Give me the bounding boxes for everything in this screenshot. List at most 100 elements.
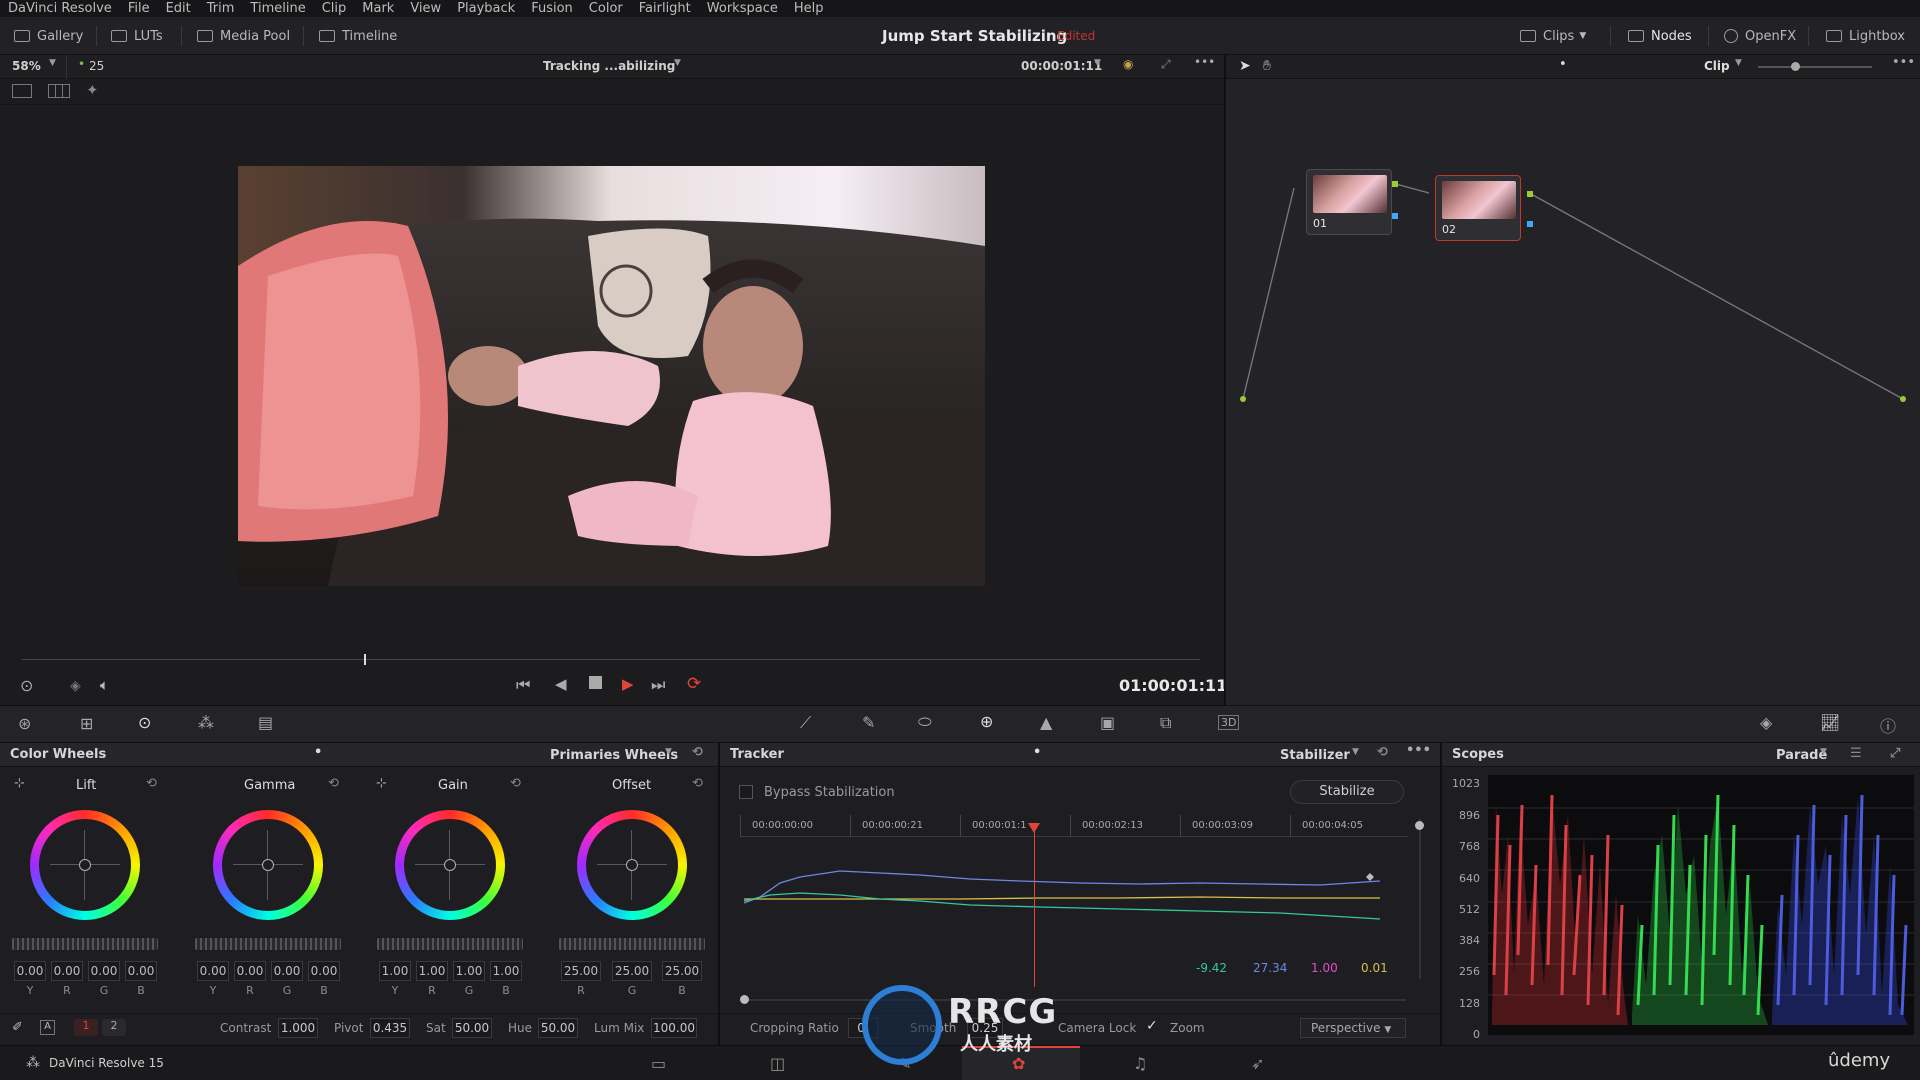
menu-item[interactable]: Workspace bbox=[707, 1, 778, 16]
loop-icon[interactable]: ⟳ bbox=[687, 674, 701, 694]
layers-icon[interactable]: ◈ bbox=[70, 678, 81, 694]
menu-item[interactable]: Clip bbox=[322, 1, 347, 16]
contrast-field[interactable]: 1.000 bbox=[278, 1018, 318, 1038]
chevron-down-icon[interactable]: ▼ bbox=[1352, 747, 1359, 757]
lift-master-wheel[interactable] bbox=[12, 938, 158, 950]
more-options-icon[interactable]: ••• bbox=[1892, 55, 1915, 70]
zoom-checkbox[interactable]: ✓ bbox=[1146, 1018, 1158, 1034]
reset-icon[interactable]: ⟲ bbox=[146, 776, 157, 791]
fairlight-page-icon[interactable]: ♫ bbox=[1133, 1054, 1147, 1073]
nodes-button[interactable]: Nodes bbox=[1628, 17, 1692, 55]
value-field[interactable]: 1.00 bbox=[453, 961, 485, 981]
media-pool-button[interactable]: Media Pool bbox=[197, 17, 290, 55]
gamma-wheel[interactable] bbox=[213, 810, 323, 920]
lift-wheel[interactable] bbox=[30, 810, 140, 920]
auto-color-icon[interactable]: A bbox=[40, 1020, 55, 1035]
key-icon[interactable]: ▣ bbox=[1100, 713, 1115, 732]
hue-field[interactable]: 50.00 bbox=[538, 1018, 578, 1038]
tracker-mode[interactable]: Stabilizer bbox=[1280, 748, 1350, 763]
page-1-button[interactable]: 1 bbox=[74, 1019, 98, 1036]
input-port-icon[interactable] bbox=[1240, 396, 1246, 402]
more-options-icon[interactable]: ••• bbox=[1406, 743, 1431, 758]
menu-item[interactable]: Trim bbox=[207, 1, 235, 16]
luts-button[interactable]: LUTs bbox=[111, 17, 163, 55]
reset-icon[interactable]: ⟲ bbox=[1377, 745, 1388, 760]
reset-icon[interactable]: ⟲ bbox=[692, 745, 703, 760]
picker-icon[interactable]: ⊹ bbox=[376, 776, 387, 791]
qualifier-icon[interactable]: ✎ bbox=[862, 713, 875, 732]
menu-item[interactable]: DaVinci Resolve bbox=[8, 1, 112, 16]
tracker-icon[interactable]: ⊕ bbox=[980, 712, 993, 731]
camera-raw-icon[interactable]: ⊛ bbox=[18, 714, 31, 733]
zoom-level[interactable]: 58% bbox=[12, 59, 41, 73]
horizontal-scroll-handle[interactable] bbox=[740, 995, 749, 1004]
timeline-button[interactable]: Timeline bbox=[319, 17, 397, 55]
horizontal-scrollbar[interactable] bbox=[742, 999, 1406, 1001]
deliver-page-icon[interactable]: ➶ bbox=[1251, 1054, 1264, 1073]
node-mode[interactable]: Clip bbox=[1704, 59, 1730, 73]
chevron-down-icon[interactable]: ▼ bbox=[1735, 58, 1742, 68]
3d-icon[interactable]: 3D bbox=[1218, 715, 1240, 730]
value-field[interactable]: 0.00 bbox=[308, 961, 340, 981]
menu-item[interactable]: Color bbox=[589, 1, 623, 16]
lummix-field[interactable]: 100.00 bbox=[651, 1018, 697, 1038]
offset-wheel[interactable] bbox=[577, 810, 687, 920]
vertical-scroll-handle[interactable] bbox=[1415, 821, 1424, 830]
sat-field[interactable]: 50.00 bbox=[452, 1018, 492, 1038]
menu-item[interactable]: Edit bbox=[166, 1, 191, 16]
scrubber-handle[interactable] bbox=[364, 654, 366, 665]
value-field[interactable]: 25.00 bbox=[612, 961, 652, 981]
info-icon[interactable]: ⓘ bbox=[1880, 713, 1896, 737]
stop-icon[interactable] bbox=[589, 676, 602, 689]
menu-item[interactable]: Fusion bbox=[531, 1, 573, 16]
chevron-down-icon[interactable]: ▼ bbox=[1820, 747, 1827, 757]
node-editor[interactable]: 01 02 bbox=[1226, 55, 1920, 705]
menu-item[interactable]: Fairlight bbox=[639, 1, 691, 16]
menu-item[interactable]: File bbox=[128, 1, 150, 16]
menu-item[interactable]: Help bbox=[794, 1, 824, 16]
value-field[interactable]: 0.00 bbox=[234, 961, 266, 981]
value-field[interactable]: 1.00 bbox=[416, 961, 448, 981]
header-timecode[interactable]: 00:00:01:11 bbox=[1021, 59, 1102, 73]
tracker-graph[interactable] bbox=[740, 837, 1408, 987]
lightbox-button[interactable]: Lightbox bbox=[1826, 17, 1905, 55]
node-01[interactable]: 01 bbox=[1306, 169, 1392, 235]
page-dot-icon[interactable]: • bbox=[1559, 57, 1567, 72]
motion-effects-icon[interactable]: ▤ bbox=[258, 713, 273, 732]
cut-page-icon[interactable]: ◫ bbox=[770, 1054, 785, 1073]
blur-icon[interactable]: ▲ bbox=[1040, 713, 1052, 732]
reset-icon[interactable]: ⟲ bbox=[510, 776, 521, 791]
menu-item[interactable]: View bbox=[410, 1, 441, 16]
bypass-checkbox[interactable] bbox=[739, 785, 753, 799]
gallery-button[interactable]: Gallery bbox=[14, 17, 83, 55]
openfx-button[interactable]: OpenFX bbox=[1724, 17, 1796, 55]
page-2-button[interactable]: 2 bbox=[102, 1019, 126, 1036]
page-dot-icon[interactable]: • bbox=[314, 745, 322, 760]
color-page-icon[interactable]: ✿ bbox=[1012, 1054, 1025, 1073]
view-options-icon[interactable]: ⊙ bbox=[20, 676, 33, 695]
chevron-down-icon[interactable]: ▼ bbox=[49, 58, 56, 68]
curves-icon[interactable]: ⟋ bbox=[800, 713, 811, 733]
chevron-down-icon[interactable]: ▼ bbox=[1094, 58, 1101, 68]
color-wheel-icon[interactable]: ◉ bbox=[1123, 57, 1133, 71]
hand-icon[interactable]: ✋︎ bbox=[1263, 58, 1271, 74]
menu-item[interactable]: Mark bbox=[362, 1, 394, 16]
go-to-end-icon[interactable]: ⏭︎ bbox=[651, 675, 665, 695]
color-match-icon[interactable]: ⊞ bbox=[80, 714, 93, 733]
keyframe-icon[interactable] bbox=[1366, 873, 1374, 881]
stabilize-button[interactable]: Stabilize bbox=[1290, 780, 1404, 804]
zoom-slider[interactable] bbox=[1758, 66, 1872, 68]
picker-icon[interactable]: ⊹ bbox=[14, 776, 25, 791]
vertical-scrollbar[interactable] bbox=[1419, 819, 1421, 979]
playhead[interactable] bbox=[1034, 827, 1035, 987]
play-icon[interactable]: ▶ bbox=[622, 675, 634, 693]
pointer-icon[interactable]: ➤ bbox=[1239, 58, 1251, 74]
fullscreen-icon[interactable]: ⤢ bbox=[1161, 57, 1171, 72]
zoom-slider-handle[interactable] bbox=[1791, 62, 1800, 71]
clip-name[interactable]: Tracking ...abilizing bbox=[543, 59, 675, 73]
volume-icon[interactable]: 🔈︎ bbox=[100, 676, 109, 694]
keyframes-icon[interactable]: ◈ bbox=[1760, 713, 1772, 732]
value-field[interactable]: 0.00 bbox=[197, 961, 229, 981]
scope-settings-icon[interactable]: ☰ bbox=[1850, 746, 1862, 761]
clips-button[interactable]: Clips ▼ bbox=[1520, 17, 1586, 55]
